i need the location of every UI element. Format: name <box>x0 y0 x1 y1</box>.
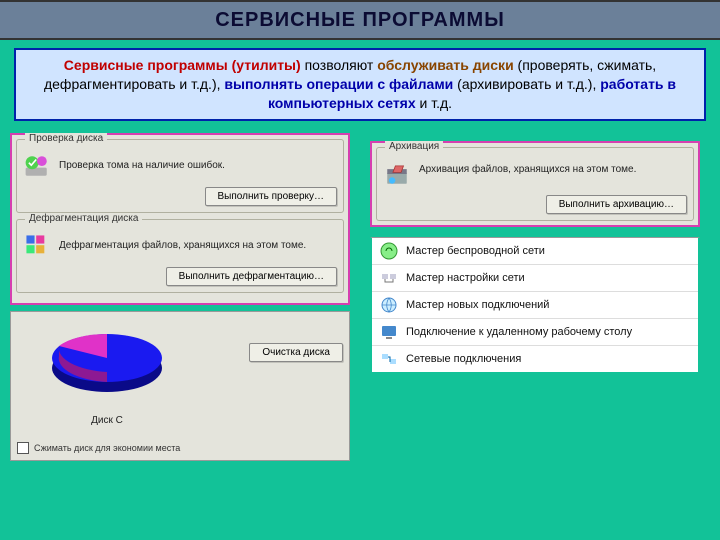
run-archive-button[interactable]: Выполнить архивацию… <box>546 195 687 214</box>
compress-disk-checkbox[interactable] <box>17 442 29 454</box>
list-item[interactable]: Мастер беспроводной сети <box>372 238 698 265</box>
run-check-button[interactable]: Выполнить проверку… <box>205 187 337 206</box>
defrag-desc: Дефрагментация файлов, хранящихся на это… <box>59 240 306 251</box>
archive-group-title: Архивация <box>385 141 443 152</box>
list-item[interactable]: Подключение к удаленному рабочему столу <box>372 319 698 346</box>
intro-panel: Сервисные программы (утилиты) позволяют … <box>14 48 706 121</box>
compress-disk-label: Сжимать диск для экономии места <box>34 443 180 453</box>
list-item-label: Сетевые подключения <box>406 353 521 365</box>
list-item[interactable]: Мастер новых подключений <box>372 292 698 319</box>
defrag-group: Дефрагментация диска Дефрагментация файл… <box>16 219 344 293</box>
archive-icon <box>383 160 411 188</box>
remote-desktop-icon <box>380 323 398 341</box>
network-connections-icon <box>380 350 398 368</box>
list-item-label: Мастер новых подключений <box>406 299 549 311</box>
defrag-icon <box>23 232 51 260</box>
intro-lead: Сервисные программы (утилиты) <box>64 57 301 73</box>
disk-cleanup-button[interactable]: Очистка диска <box>249 343 343 362</box>
list-item-label: Мастер настройки сети <box>406 272 525 284</box>
list-item[interactable]: Сетевые подключения <box>372 346 698 372</box>
wireless-icon <box>380 242 398 260</box>
list-item[interactable]: Мастер настройки сети <box>372 265 698 292</box>
disk-tools-frame: Проверка диска Проверка тома на наличие … <box>10 133 350 305</box>
page-title: СЕРВИСНЫЕ ПРОГРАММЫ <box>215 9 505 32</box>
list-item-label: Мастер беспроводной сети <box>406 245 545 257</box>
check-disk-icon <box>23 152 51 180</box>
check-desc: Проверка тома на наличие ошибок. <box>59 160 225 171</box>
pie-chart: Диск C <box>37 318 177 388</box>
new-connection-icon <box>380 296 398 314</box>
defrag-group-title: Дефрагментация диска <box>25 213 142 224</box>
archive-group: Архивация Архивация файлов, хранящихся н… <box>376 147 694 221</box>
check-group-title: Проверка диска <box>25 133 107 144</box>
archive-desc: Архивация файлов, хранящихся на этом том… <box>419 164 636 175</box>
chart-label: Диск C <box>37 415 177 426</box>
run-defrag-button[interactable]: Выполнить дефрагментацию… <box>166 267 337 286</box>
disk-chart-panel: Диск C Очистка диска Сжимать диск для эк… <box>10 311 350 461</box>
title-bar: СЕРВИСНЫЕ ПРОГРАММЫ <box>0 0 720 40</box>
network-wizards-list: Мастер беспроводной сети Мастер настройк… <box>370 237 700 374</box>
check-disk-group: Проверка диска Проверка тома на наличие … <box>16 139 344 213</box>
archive-frame: Архивация Архивация файлов, хранящихся н… <box>370 141 700 227</box>
network-setup-icon <box>380 269 398 287</box>
list-item-label: Подключение к удаленному рабочему столу <box>406 326 632 338</box>
